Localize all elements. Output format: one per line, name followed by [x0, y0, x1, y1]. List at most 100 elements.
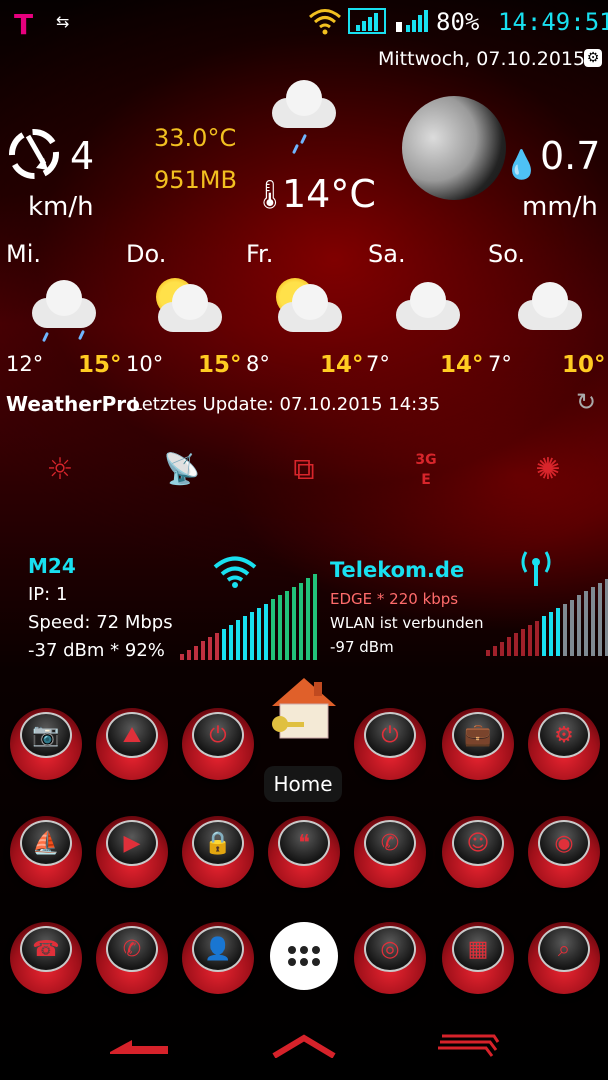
current-temp: 14°C [282, 172, 376, 216]
forecast-low: 7° [488, 352, 512, 376]
signal-bar [194, 645, 198, 660]
forecast-low: 10° [126, 352, 164, 376]
signal-bar [521, 629, 525, 656]
toolbox-icon: ⚙ [554, 723, 574, 748]
signal-icon [348, 8, 386, 34]
signal-bar [180, 654, 184, 660]
settings-gear-icon[interactable]: ⚙ [584, 49, 602, 67]
brightness-icon[interactable]: ☼ [40, 450, 80, 490]
mobile-signal: -97 dBm [330, 638, 394, 656]
wind-icon [8, 126, 62, 186]
camera-app[interactable]: 📷 [10, 708, 82, 780]
wifi-icon [308, 6, 342, 40]
quote-chat-icon: ❝ [298, 831, 310, 856]
battery-label: 80% [436, 8, 480, 36]
signal-bar [584, 591, 588, 656]
rain-amount: 0.7 [540, 134, 601, 178]
wifi-signal-bars [180, 570, 317, 660]
search-app[interactable]: ⌕ [528, 922, 600, 994]
moon-phase-icon [402, 96, 506, 200]
forecast-high: 15° [78, 352, 122, 378]
back-button[interactable] [110, 1036, 170, 1062]
forecast-low: 8° [246, 352, 270, 376]
contacts-app[interactable]: 👤 [182, 922, 254, 994]
signal-bar [598, 582, 602, 656]
signal-bar [542, 616, 546, 656]
signal-bar [201, 641, 205, 660]
screens-icon[interactable]: ⧉ [284, 450, 324, 490]
signal-bar [236, 620, 240, 660]
update-time: Letztes Update: 07.10.2015 14:35 [132, 394, 441, 415]
signal-bar [528, 624, 532, 656]
power-app[interactable]: ⏻ [182, 708, 254, 780]
home-button[interactable] [272, 1034, 336, 1062]
calculator-app[interactable]: ▦ [442, 922, 514, 994]
lock-app[interactable]: 🔒 [182, 816, 254, 888]
app-drawer-icon [270, 922, 338, 990]
recent-apps-button[interactable] [438, 1030, 502, 1062]
signal-bar [278, 595, 282, 660]
3g-icon[interactable]: 3G E [406, 450, 446, 490]
calculator-icon: ▦ [467, 937, 489, 962]
raindrop-icon: 💧 [504, 148, 539, 181]
signal-bar [549, 612, 553, 656]
forecast-high: 14° [440, 352, 484, 378]
forecast-day: Fr. [246, 240, 274, 268]
clock: 14:49:51 [498, 8, 608, 36]
mobile-operator: Telekom.de [330, 558, 465, 582]
forecast-high: 15° [198, 352, 242, 378]
signal-bar [250, 612, 254, 660]
signal-bar [292, 586, 296, 660]
voicemail-icon: ◉ [554, 831, 574, 856]
toolbox-play-icon: ▶ [123, 831, 141, 856]
toolbox-app[interactable]: ⚙ [528, 708, 600, 780]
mobile-signal-bars [486, 566, 608, 656]
signal-bar [535, 620, 539, 656]
gallery-app[interactable]: ⛰ [96, 708, 168, 780]
rain-unit: mm/h [522, 192, 598, 222]
wifi-speed: Speed: 72 Mbps [28, 612, 173, 633]
phone-dialer-app[interactable]: ☎ [10, 922, 82, 994]
signal-icon [394, 8, 430, 38]
signal-bar [243, 616, 247, 660]
forecast-high: 10° [562, 352, 606, 378]
folder-label: Home [264, 766, 342, 802]
forecast-day: Mi. [6, 240, 42, 268]
forecast-day: So. [488, 240, 526, 268]
sailboat-icon: ⛵ [32, 831, 60, 856]
forecast-day: Do. [126, 240, 167, 268]
signal-bar [507, 637, 511, 656]
signal-bar [591, 587, 595, 656]
signal-bar [229, 624, 233, 660]
toolbox-play-app[interactable]: ▶ [96, 816, 168, 888]
briefcase-icon: 💼 [464, 723, 492, 748]
quote-chat-app[interactable]: ❝ [268, 816, 340, 888]
signal-bar [208, 637, 212, 660]
signal-bar [257, 607, 261, 660]
signal-bar [285, 591, 289, 660]
satellite-icon[interactable]: 📡 [162, 450, 202, 490]
ip-address: IP: 1 [28, 584, 68, 605]
mobile-network-type: EDGE * 220 kbps [330, 590, 459, 608]
forecast-low: 12° [6, 352, 44, 376]
smiley-app[interactable]: ☺ [442, 816, 514, 888]
signal-bar [486, 650, 490, 656]
lock-icon: 🔒 [204, 831, 232, 856]
signal-bar [577, 595, 581, 656]
memory-free: 951MB [154, 166, 237, 194]
search-icon: ⌕ [557, 937, 571, 962]
wlan-status: WLAN ist verbunden [330, 614, 484, 632]
sailboat-app[interactable]: ⛵ [10, 816, 82, 888]
phone-chat-icon: ✆ [380, 831, 400, 856]
weather-provider[interactable]: WeatherPro [6, 392, 140, 416]
power-app[interactable]: ⏻ [354, 708, 426, 780]
briefcase-app[interactable]: 💼 [442, 708, 514, 780]
phone-chat-app[interactable]: ✆ [354, 816, 426, 888]
power-saver-icon[interactable]: ✺ [528, 450, 568, 490]
signal-bar [264, 603, 268, 660]
go-sms-app[interactable]: ◎ [354, 922, 426, 994]
voicemail-app[interactable]: ◉ [528, 816, 600, 888]
power-icon: ⏻ [381, 723, 399, 748]
refresh-icon[interactable]: ↻ [576, 388, 596, 416]
phone-app[interactable]: ✆ [96, 922, 168, 994]
